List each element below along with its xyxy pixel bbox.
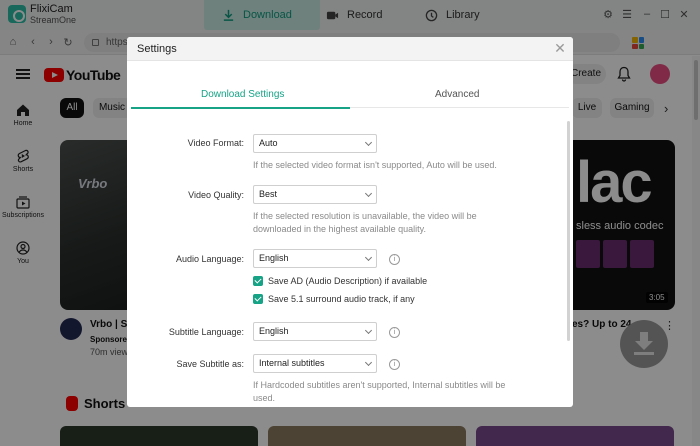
save-surround-checkbox[interactable] — [253, 294, 263, 304]
video-format-select[interactable]: Auto — [253, 134, 377, 153]
save-ad-label[interactable]: Save AD (Audio Description) if available — [268, 276, 427, 286]
subtitle-language-label: Subtitle Language: — [168, 327, 244, 337]
subtitle-language-info-icon[interactable]: i — [389, 327, 400, 338]
video-format-label: Video Format: — [187, 138, 244, 148]
chevron-down-icon — [364, 326, 373, 335]
audio-language-select[interactable]: English — [253, 249, 377, 268]
chevron-down-icon — [364, 189, 373, 198]
subtitle-language-value: English — [259, 326, 289, 336]
dialog-header: Settings ✕ — [127, 37, 573, 61]
save-subtitle-label: Save Subtitle as: — [176, 359, 244, 369]
video-quality-select[interactable]: Best — [253, 185, 377, 204]
save-subtitle-hint: If Hardcoded subtitles aren't supported,… — [253, 380, 506, 403]
tab-download-settings[interactable]: Download Settings — [201, 89, 284, 100]
video-quality-value: Best — [259, 189, 278, 199]
video-format-value: Auto — [259, 138, 278, 148]
audio-language-value: English — [259, 253, 289, 263]
tab-advanced[interactable]: Advanced — [435, 89, 479, 100]
chevron-down-icon — [364, 358, 373, 367]
video-quality-label: Video Quality: — [188, 190, 244, 200]
save-subtitle-select[interactable]: Internal subtitles — [253, 354, 377, 373]
dialog-scrollbar[interactable] — [567, 121, 570, 341]
save-subtitle-info-icon[interactable]: i — [389, 359, 400, 370]
close-icon[interactable]: ✕ — [553, 41, 567, 55]
save-surround-label[interactable]: Save 5.1 surround audio track, if any — [268, 294, 415, 304]
chevron-down-icon — [364, 253, 373, 262]
audio-language-info-icon[interactable]: i — [389, 254, 400, 265]
dialog-title: Settings — [137, 43, 177, 55]
chevron-down-icon — [364, 138, 373, 147]
subtitle-language-select[interactable]: English — [253, 322, 377, 341]
save-ad-checkbox[interactable] — [253, 276, 263, 286]
video-quality-hint: If the selected resolution is unavailabl… — [253, 211, 477, 234]
settings-dialog: Settings ✕ Download Settings Advanced Vi… — [127, 37, 573, 407]
active-tab-indicator — [131, 107, 350, 109]
save-subtitle-value: Internal subtitles — [259, 358, 325, 368]
audio-language-label: Audio Language: — [175, 254, 244, 264]
video-format-hint: If the selected video format isn't suppo… — [253, 160, 497, 170]
